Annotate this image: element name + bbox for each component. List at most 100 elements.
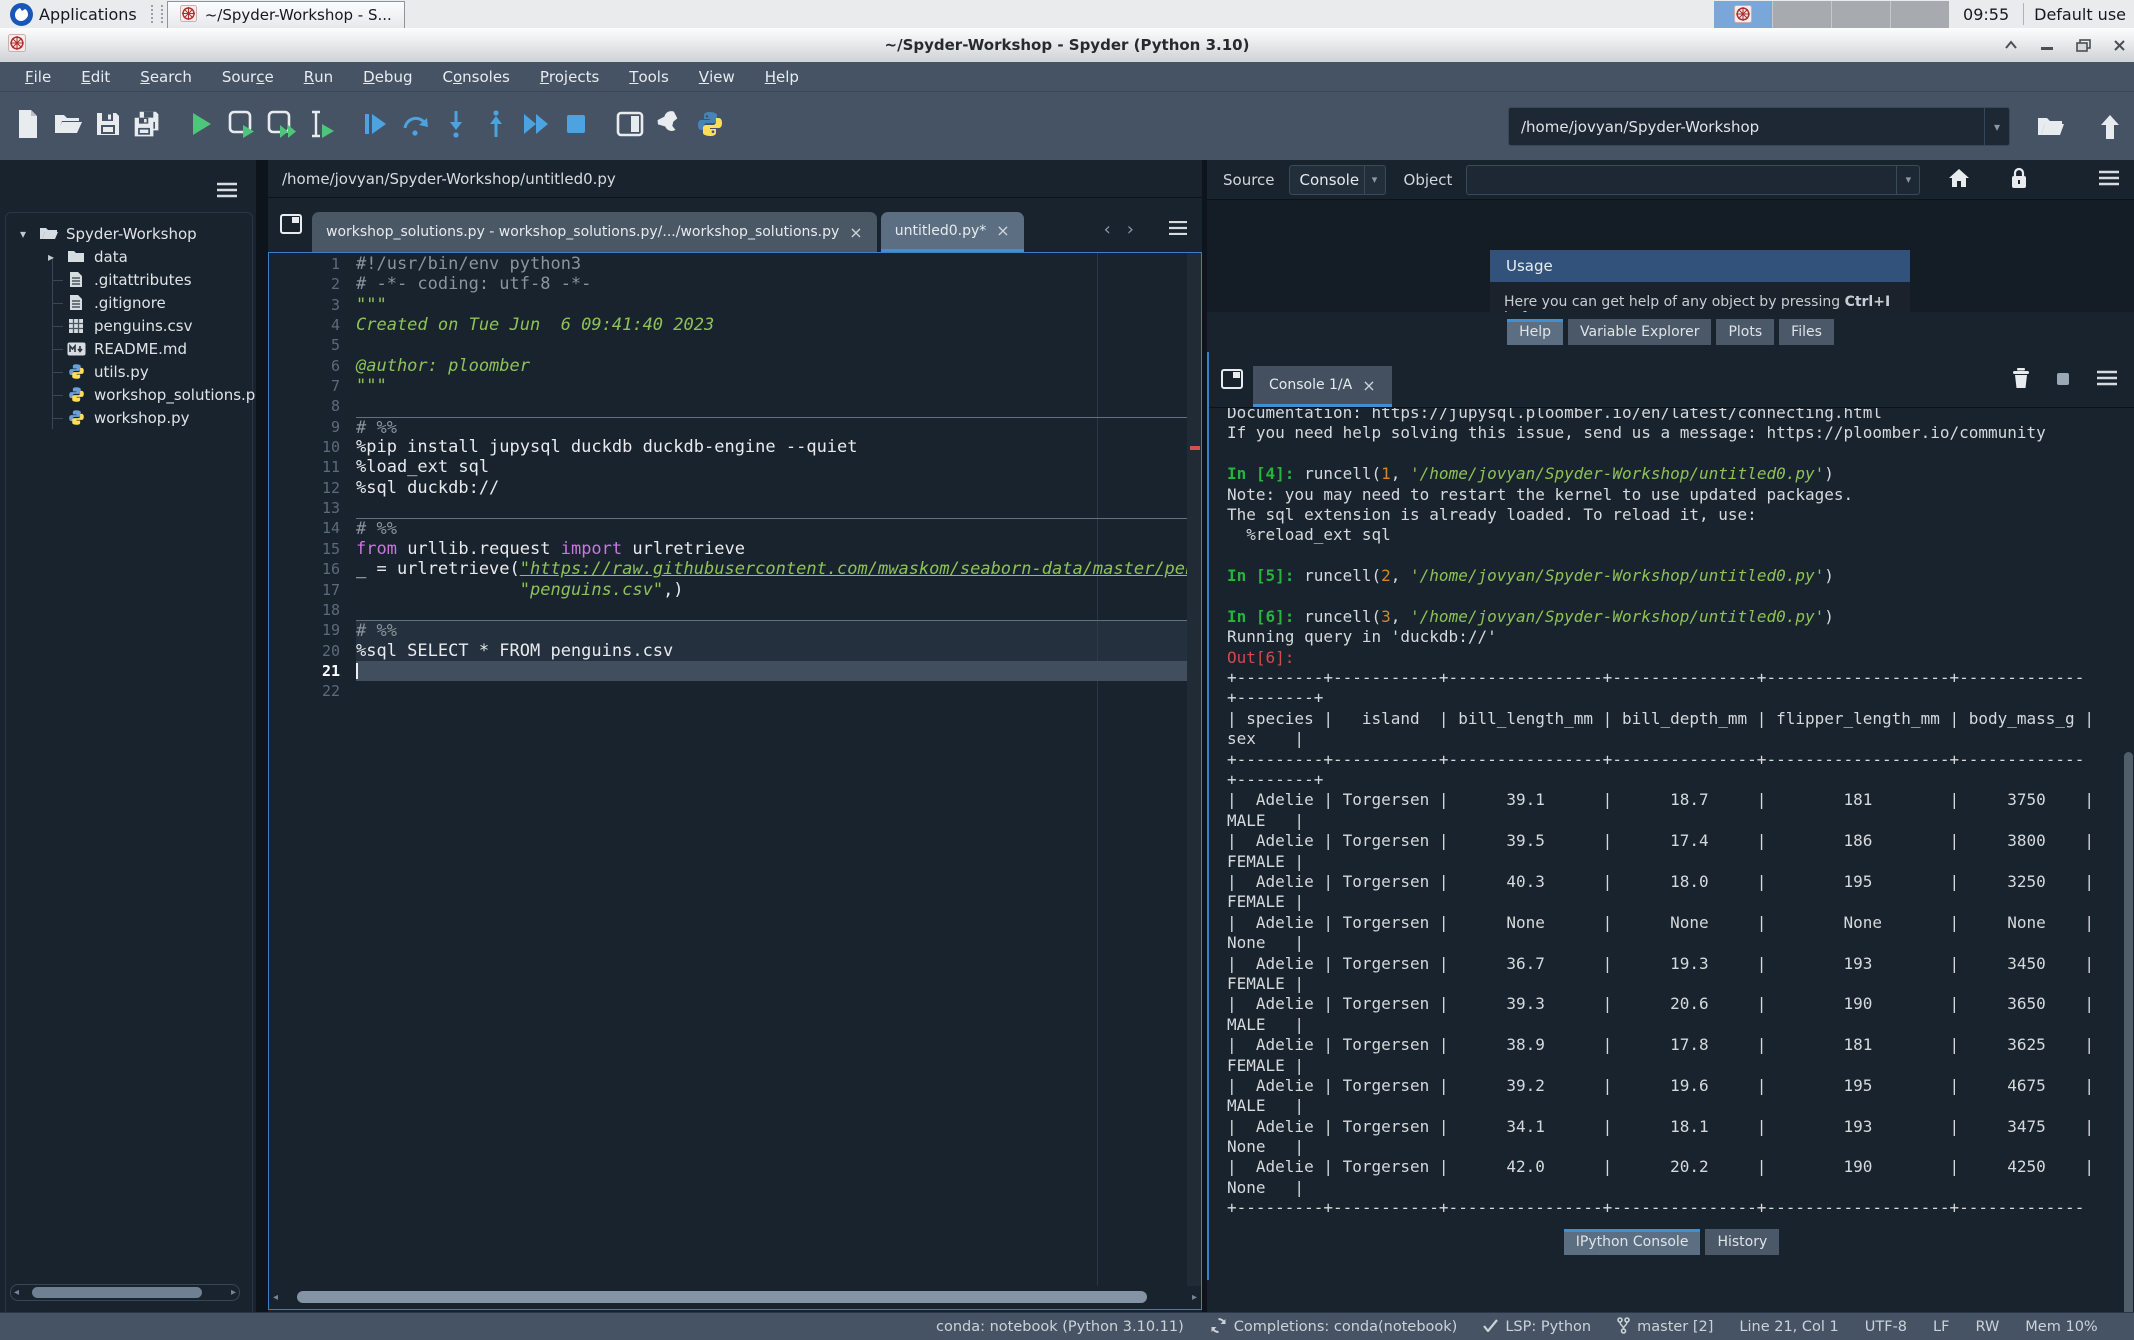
- console-options-icon[interactable]: [2096, 370, 2118, 390]
- taskbar-window-button[interactable]: ~/Spyder-Workshop - S...: [167, 1, 405, 28]
- tree-item-workshop-solutions-p[interactable]: workshop_solutions.p: [6, 383, 252, 406]
- open-file-button[interactable]: [48, 103, 88, 149]
- console-vertical-scrollbar[interactable]: [2124, 752, 2133, 1340]
- help-options-icon[interactable]: [2098, 170, 2120, 190]
- tab-variable-explorer[interactable]: Variable Explorer: [1568, 319, 1711, 345]
- menu-debug[interactable]: Debug: [348, 62, 427, 91]
- tree-item-penguins-csv[interactable]: penguins.csv: [6, 314, 252, 337]
- help-source-combo[interactable]: Console ▾: [1289, 165, 1386, 195]
- tree-item-spyder-workshop[interactable]: ▾Spyder-Workshop: [6, 222, 252, 245]
- line-number: ✕10: [268, 437, 356, 457]
- code-line-text: "penguins.csv",): [356, 580, 1187, 600]
- tab-files[interactable]: Files: [1779, 319, 1834, 345]
- run-selection-button[interactable]: [302, 103, 342, 149]
- tab-help[interactable]: Help: [1507, 319, 1563, 345]
- tree-item-utils-py[interactable]: utils.py: [6, 360, 252, 383]
- chevron-down-icon[interactable]: ▾: [1364, 166, 1385, 194]
- preferences-button[interactable]: [650, 103, 690, 149]
- scrollbar-thumb[interactable]: [32, 1287, 202, 1298]
- menu-help[interactable]: Help: [750, 62, 814, 91]
- console-line: In [5]: runcell(2, '/home/jovyan/Spyder-…: [1227, 566, 2134, 586]
- menu-edit[interactable]: Edit: [66, 62, 125, 91]
- working-directory-combo[interactable]: /home/jovyan/Spyder-Workshop ▾: [1508, 107, 2010, 146]
- undock-console-icon[interactable]: [1221, 369, 1243, 393]
- scrollbar-thumb[interactable]: [297, 1291, 1147, 1303]
- parent-directory-button[interactable]: [2098, 114, 2122, 144]
- cursor-position: Line 21, Col 1: [1739, 1319, 1838, 1335]
- home-icon[interactable]: [1948, 168, 1970, 192]
- save-button[interactable]: [88, 103, 128, 149]
- menu-source[interactable]: Source: [207, 62, 289, 91]
- applications-menu[interactable]: Applications: [0, 0, 147, 28]
- menu-run[interactable]: Run: [289, 62, 348, 91]
- run-cell-advance-button[interactable]: [262, 103, 302, 149]
- interrupt-kernel-icon[interactable]: [2056, 371, 2070, 390]
- splitter-left[interactable]: [256, 160, 268, 1312]
- tray-icon-placeholder[interactable]: [1890, 1, 1949, 28]
- chevron-down-icon[interactable]: ▾: [1984, 108, 2009, 145]
- console-output[interactable]: Documentation: https://jupysql.ploomber.…: [1209, 408, 2134, 1224]
- project-horizontal-scrollbar[interactable]: ◂▸: [10, 1284, 240, 1301]
- undock-editor-icon[interactable]: [280, 214, 302, 238]
- cursor-position-label: Line 21, Col 1: [1739, 1319, 1838, 1335]
- debug-file-button[interactable]: [356, 103, 396, 149]
- menu-search[interactable]: Search: [125, 62, 207, 91]
- step-over-button[interactable]: [396, 103, 436, 149]
- tray-spyder-icon[interactable]: [1714, 1, 1772, 28]
- editor-horizontal-scrollbar[interactable]: ◂▸: [270, 1288, 1200, 1306]
- code-editor[interactable]: 1#!/usr/bin/env python32# -*- coding: ut…: [268, 252, 1202, 1286]
- window-titlebar[interactable]: ~/Spyder-Workshop - Spyder (Python 3.10): [0, 28, 2134, 63]
- remove-variables-icon[interactable]: [2012, 367, 2030, 393]
- lock-icon[interactable]: [2010, 167, 2028, 193]
- tree-item--gitignore[interactable]: .gitignore: [6, 291, 252, 314]
- menu-view[interactable]: View: [684, 62, 750, 91]
- python-env-button[interactable]: [690, 103, 730, 149]
- project-pane-options-icon[interactable]: [216, 182, 238, 202]
- editor-tab-label: workshop_solutions.py - workshop_solutio…: [326, 224, 839, 240]
- editor-tab[interactable]: workshop_solutions.py - workshop_solutio…: [312, 212, 877, 252]
- user-menu[interactable]: Default use: [2024, 5, 2134, 24]
- stop-button[interactable]: [556, 103, 596, 149]
- tree-item--gitattributes[interactable]: .gitattributes: [6, 268, 252, 291]
- clock[interactable]: 09:55: [1949, 5, 2023, 24]
- lsp-status-label: LSP: Python: [1505, 1319, 1591, 1335]
- maximize-pane-button[interactable]: [610, 103, 650, 149]
- console-tab[interactable]: Console 1/A ×: [1253, 366, 1392, 407]
- step-into-button[interactable]: [436, 103, 476, 149]
- tab-scroll-left-icon[interactable]: ‹: [1104, 219, 1111, 240]
- continue-button[interactable]: [516, 103, 556, 149]
- help-object-combo[interactable]: ▾: [1466, 165, 1920, 195]
- editor-options-icon[interactable]: [1168, 219, 1188, 240]
- menu-projects[interactable]: Projects: [525, 62, 614, 91]
- tray-icon-placeholder[interactable]: [1831, 1, 1890, 28]
- tab-ipython-console[interactable]: IPython Console: [1564, 1229, 1701, 1255]
- new-file-button[interactable]: [8, 103, 48, 149]
- tray-icon-placeholder[interactable]: [1772, 1, 1831, 28]
- close-icon[interactable]: ×: [849, 223, 862, 242]
- close-icon[interactable]: ×: [996, 221, 1009, 240]
- chevron-down-icon[interactable]: ▾: [1896, 166, 1919, 194]
- step-return-button[interactable]: [476, 103, 516, 149]
- run-cell-button[interactable]: [222, 103, 262, 149]
- editor-tab-active[interactable]: untitled0.py*×: [881, 212, 1024, 252]
- tree-item-label: README.md: [94, 340, 187, 358]
- menu-file[interactable]: File: [10, 62, 66, 91]
- tab-plots[interactable]: Plots: [1716, 319, 1774, 345]
- console-line: | Adelie | Torgersen | 42.0 | 20.2 | 190…: [1227, 1157, 2134, 1177]
- close-icon[interactable]: ×: [1362, 376, 1375, 395]
- save-all-button[interactable]: [128, 103, 168, 149]
- tab-scroll-right-icon[interactable]: ›: [1127, 219, 1134, 240]
- scroll-flag-gutter: [1187, 252, 1202, 1286]
- browse-directory-button[interactable]: [2036, 114, 2066, 142]
- console-line: FEMALE |: [1227, 1056, 2134, 1076]
- tree-item-data[interactable]: ▸data: [6, 245, 252, 268]
- tree-item-workshop-py[interactable]: workshop.py: [6, 406, 252, 429]
- menu-consoles[interactable]: Consoles: [427, 62, 524, 91]
- chevron-down-icon: ▾: [16, 227, 30, 241]
- line-number: 4: [268, 315, 356, 335]
- tab-history[interactable]: History: [1705, 1229, 1779, 1255]
- editor-file-path: /home/jovyan/Spyder-Workshop/untitled0.p…: [268, 160, 1202, 198]
- menu-tools[interactable]: Tools: [614, 62, 684, 91]
- run-button[interactable]: [182, 103, 222, 149]
- tree-item-readme-md[interactable]: README.md: [6, 337, 252, 360]
